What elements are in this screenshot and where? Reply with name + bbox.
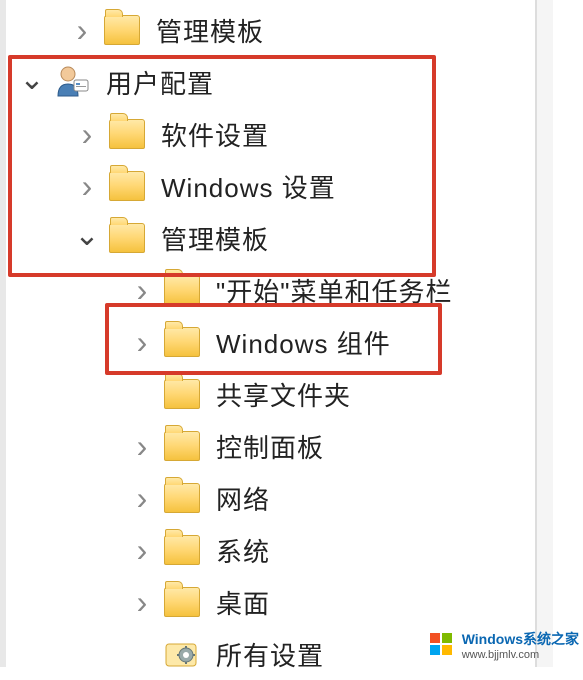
folder-icon bbox=[162, 480, 202, 516]
tree-item-user-config[interactable]: 用户配置 bbox=[8, 56, 583, 108]
watermark-main: Windows系统之家 bbox=[462, 631, 579, 647]
folder-icon bbox=[107, 116, 147, 152]
folder-icon bbox=[162, 584, 202, 620]
scrollbar-right[interactable] bbox=[535, 0, 553, 667]
chevron-collapsed-icon[interactable] bbox=[128, 272, 156, 309]
tree-item-control-panel[interactable]: 控制面板 bbox=[8, 420, 583, 472]
folder-icon bbox=[107, 168, 147, 204]
tree-item-label: 控制面板 bbox=[216, 428, 324, 465]
chevron-expanded-icon[interactable] bbox=[18, 69, 46, 95]
folder-icon bbox=[102, 12, 142, 48]
windows-logo-icon bbox=[428, 630, 456, 661]
tree-item-desktop[interactable]: 桌面 bbox=[8, 576, 583, 628]
watermark: Windows系统之家 www.bjjmlv.com bbox=[428, 629, 579, 661]
tree-item-label: 用户配置 bbox=[106, 64, 214, 101]
tree-item-network[interactable]: 网络 bbox=[8, 472, 583, 524]
folder-icon bbox=[107, 220, 147, 256]
tree-item-label: 桌面 bbox=[216, 584, 270, 621]
tree-item-windows-components[interactable]: Windows 组件 bbox=[8, 316, 583, 368]
tree-item-label: 管理模板 bbox=[161, 220, 269, 257]
tree-item-label: 共享文件夹 bbox=[216, 376, 351, 413]
watermark-url: www.bjjmlv.com bbox=[462, 649, 579, 661]
folder-icon bbox=[162, 324, 202, 360]
tree-item-label: 管理模板 bbox=[156, 12, 264, 49]
watermark-text: Windows系统之家 www.bjjmlv.com bbox=[462, 629, 579, 661]
tree-item-start-taskbar[interactable]: "开始"菜单和任务栏 bbox=[8, 264, 583, 316]
folder-icon bbox=[162, 376, 202, 412]
tree-item-label: "开始"菜单和任务栏 bbox=[216, 272, 452, 309]
chevron-expanded-icon[interactable] bbox=[73, 225, 101, 251]
chevron-collapsed-icon[interactable] bbox=[128, 428, 156, 465]
policy-tree: 管理模板 用户配置 软件设置 Windows 设置 管理模板 "开始"菜单和任务… bbox=[0, 0, 583, 680]
tree-item-label: 软件设置 bbox=[161, 116, 269, 153]
scrollbar-left bbox=[0, 0, 6, 667]
chevron-collapsed-icon[interactable] bbox=[128, 324, 156, 361]
tree-item-label: Windows 组件 bbox=[216, 324, 391, 361]
folder-icon bbox=[162, 532, 202, 568]
tree-item-label: 系统 bbox=[216, 532, 270, 569]
folder-icon bbox=[162, 272, 202, 308]
tree-item-admin-templates[interactable]: 管理模板 bbox=[8, 212, 583, 264]
tree-item-label: Windows 设置 bbox=[161, 168, 336, 205]
tree-item-system[interactable]: 系统 bbox=[8, 524, 583, 576]
tree-item-windows-settings[interactable]: Windows 设置 bbox=[8, 160, 583, 212]
tree-item-software-settings[interactable]: 软件设置 bbox=[8, 108, 583, 160]
chevron-collapsed-icon[interactable] bbox=[68, 12, 96, 49]
tree-item-shared-folders[interactable]: 共享文件夹 bbox=[8, 368, 583, 420]
chevron-collapsed-icon[interactable] bbox=[128, 480, 156, 517]
chevron-collapsed-icon[interactable] bbox=[128, 584, 156, 621]
chevron-collapsed-icon[interactable] bbox=[128, 532, 156, 569]
chevron-collapsed-icon[interactable] bbox=[73, 116, 101, 153]
folder-icon bbox=[162, 428, 202, 464]
chevron-collapsed-icon[interactable] bbox=[73, 168, 101, 205]
user-icon bbox=[52, 64, 92, 100]
tree-item-admin-templates-top[interactable]: 管理模板 bbox=[8, 4, 583, 56]
tree-item-label: 网络 bbox=[216, 480, 270, 517]
